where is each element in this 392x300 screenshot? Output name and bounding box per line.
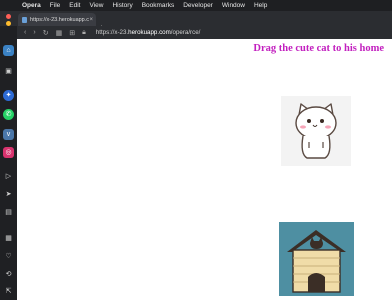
messenger-icon[interactable]: ✦: [3, 90, 14, 101]
tab-title: https://x-23.herokuapp.com/o: [30, 16, 90, 23]
favicon-icon: [22, 16, 28, 23]
back-icon[interactable]: ‹: [24, 29, 26, 36]
tab-close-icon[interactable]: ×: [89, 17, 93, 23]
workspaces-icon[interactable]: ▦: [3, 233, 14, 244]
browser-tab[interactable]: https://x-23.herokuapp.com/o ×: [18, 13, 96, 26]
menu-view[interactable]: View: [89, 2, 103, 9]
history-icon[interactable]: ⟲: [3, 269, 14, 280]
easy-setup-icon[interactable]: ⊞: [69, 29, 75, 37]
vk-icon[interactable]: v: [3, 129, 14, 140]
speed-dial-icon[interactable]: ⌂: [3, 45, 14, 56]
macos-menubar: Opera File Edit View History Bookmarks D…: [0, 0, 392, 11]
page-heading: Drag the cute cat to his home: [253, 43, 384, 54]
player-icon[interactable]: ▷: [3, 171, 14, 182]
favorites-heart-icon[interactable]: ♡: [3, 251, 14, 262]
url-prefix: https://x-23.: [95, 29, 129, 36]
web-page: Drag the cute cat to his home: [17, 39, 392, 300]
url-host: herokuapp.com: [128, 29, 171, 36]
forward-icon[interactable]: ›: [33, 29, 35, 36]
menu-file[interactable]: File: [50, 2, 60, 9]
cat-house-image: [279, 222, 354, 296]
pinboard-icon[interactable]: ▤: [3, 207, 14, 218]
extensions-icon[interactable]: ⇱: [3, 286, 14, 297]
whatsapp-icon[interactable]: ✆: [3, 109, 14, 120]
tab-strip: https://x-23.herokuapp.com/o × +: [0, 11, 392, 33]
instagram-icon[interactable]: ◎: [3, 147, 14, 158]
tabs-grid-icon[interactable]: ▦: [56, 29, 63, 37]
send-icon[interactable]: ➤: [3, 189, 14, 200]
menu-developer[interactable]: Developer: [183, 2, 213, 9]
lock-icon: 🔒︎: [82, 28, 86, 36]
close-window-icon[interactable]: [6, 14, 11, 19]
address-bar[interactable]: https://x-23.herokuapp.com/opera/rce/: [96, 29, 201, 36]
menu-help[interactable]: Help: [254, 2, 267, 9]
menu-edit[interactable]: Edit: [69, 2, 80, 9]
reload-icon[interactable]: ↻: [43, 29, 49, 37]
address-toolbar: ‹ › ↻ ▦ ⊞ 🔒︎ https://x-23.herokuapp.com/…: [17, 26, 392, 39]
draggable-cat-image[interactable]: [281, 96, 351, 166]
url-path: /opera/rce/: [170, 29, 201, 36]
opera-sidebar: ⌂ ▣ ✦ ✆ v ◎ ▷ ➤ ▤ ▦ ♡ ⟲ ⇱: [0, 26, 17, 300]
shopping-bag-icon[interactable]: ▣: [3, 66, 14, 77]
menu-bookmarks[interactable]: Bookmarks: [142, 2, 175, 9]
menu-history[interactable]: History: [112, 2, 132, 9]
menu-app-opera[interactable]: Opera: [22, 2, 41, 9]
menu-window[interactable]: Window: [222, 2, 245, 9]
